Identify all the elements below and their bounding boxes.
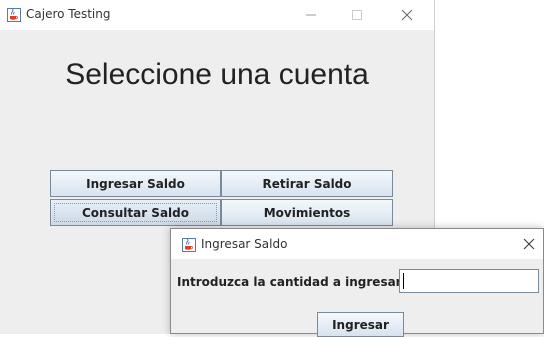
minimize-button[interactable] [288, 0, 334, 30]
close-button[interactable] [384, 0, 430, 30]
movimientos-button[interactable]: Movimientos [221, 199, 393, 226]
consultar-saldo-button[interactable]: Consultar Saldo [50, 199, 221, 226]
main-titlebar[interactable]: Cajero Testing [0, 0, 434, 30]
window-title: Cajero Testing [26, 7, 111, 21]
close-icon [401, 9, 413, 21]
ingresar-saldo-button[interactable]: Ingresar Saldo [50, 170, 221, 197]
amount-input[interactable] [399, 269, 539, 293]
dialog-titlebar[interactable]: Ingresar Saldo [171, 229, 543, 259]
retirar-saldo-button[interactable]: Retirar Saldo [221, 170, 393, 197]
page-title: Seleccione una cuenta [65, 58, 369, 91]
consultar-saldo-label: Consultar Saldo [81, 205, 189, 220]
text-caret [403, 273, 404, 289]
dialog-close-button[interactable] [515, 229, 543, 259]
java-cup-icon [182, 238, 196, 252]
maximize-icon [352, 10, 362, 20]
close-icon [523, 238, 535, 250]
ingresar-saldo-dialog: Ingresar Saldo Introduzca la cantidad a … [170, 228, 544, 337]
dialog-title: Ingresar Saldo [201, 237, 288, 251]
maximize-button[interactable] [334, 0, 380, 30]
java-cup-icon [7, 8, 21, 22]
amount-label: Introduzca la cantidad a ingresar: [177, 275, 407, 289]
ingresar-button[interactable]: Ingresar [317, 312, 404, 337]
minimize-icon [306, 14, 316, 16]
